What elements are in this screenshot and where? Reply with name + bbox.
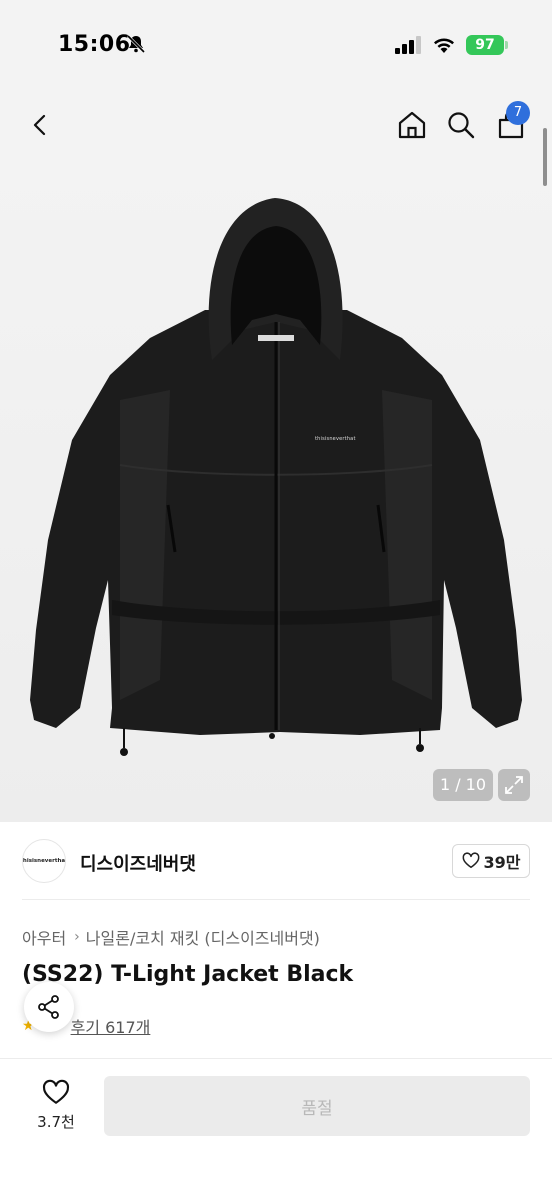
search-icon <box>448 112 475 139</box>
brand-name[interactable]: 디스이즈네버댓 <box>80 850 196 876</box>
breadcrumb: 아우터 › 나일론/코치 재킷 (디스이즈네버댓) <box>22 925 320 949</box>
cart-count-badge: 7 <box>506 101 530 125</box>
top-navigation <box>0 90 552 160</box>
bell-muted-icon <box>126 34 146 54</box>
status-bar: 15:06 97 <box>0 0 552 90</box>
breadcrumb-item-subcategory[interactable]: 나일론/코치 재킷 (디스이즈네버댓) <box>86 925 320 949</box>
battery-tip <box>505 41 508 49</box>
heart-icon <box>462 852 479 869</box>
breadcrumb-item-category[interactable]: 아우터 <box>22 925 66 949</box>
heart-icon <box>42 1079 70 1104</box>
brand-like-count: 39만 <box>483 853 521 872</box>
divider <box>22 899 530 900</box>
sold-out-button[interactable]: 품절 <box>104 1076 530 1136</box>
brand-like-button[interactable]: 39만 <box>452 844 530 878</box>
wishlist-button[interactable]: 3.7천 <box>28 1079 84 1139</box>
brand-logo[interactable]: thisisneverthat <box>22 839 66 883</box>
fullscreen-button[interactable] <box>498 769 530 801</box>
wifi-icon <box>434 38 454 53</box>
back-button[interactable] <box>18 103 62 147</box>
brand-row[interactable]: thisisneverthat 디스이즈네버댓 39만 <box>0 822 552 900</box>
product-title: (SS22) T-Light Jacket Black <box>22 962 354 987</box>
status-time: 15:06 <box>58 32 131 57</box>
wishlist-count: 3.7천 <box>37 1113 75 1131</box>
bottom-action-bar: 3.7천 품절 <box>0 1059 552 1200</box>
chevron-left-icon <box>33 114 46 136</box>
share-icon <box>38 995 59 1019</box>
review-link[interactable]: 후기 617개 <box>71 1014 151 1038</box>
image-page-indicator: 1 / 10 <box>433 769 493 801</box>
product-image-gallery[interactable]: thisisneverthat <box>0 160 552 822</box>
home-icon <box>398 111 426 139</box>
search-button[interactable] <box>439 103 483 147</box>
chest-logo: thisisneverthat <box>315 436 356 442</box>
scrollbar[interactable] <box>543 128 547 186</box>
cellular-signal-icon <box>395 36 421 54</box>
brand-logo-text: thisisneverthat <box>22 858 66 864</box>
expand-icon <box>505 776 523 794</box>
battery-level: 97 <box>475 37 495 53</box>
battery-indicator: 97 <box>466 35 504 55</box>
home-button[interactable] <box>390 103 434 147</box>
chevron-right-icon: › <box>74 929 80 945</box>
share-button[interactable] <box>24 982 74 1032</box>
product-image <box>30 198 522 756</box>
